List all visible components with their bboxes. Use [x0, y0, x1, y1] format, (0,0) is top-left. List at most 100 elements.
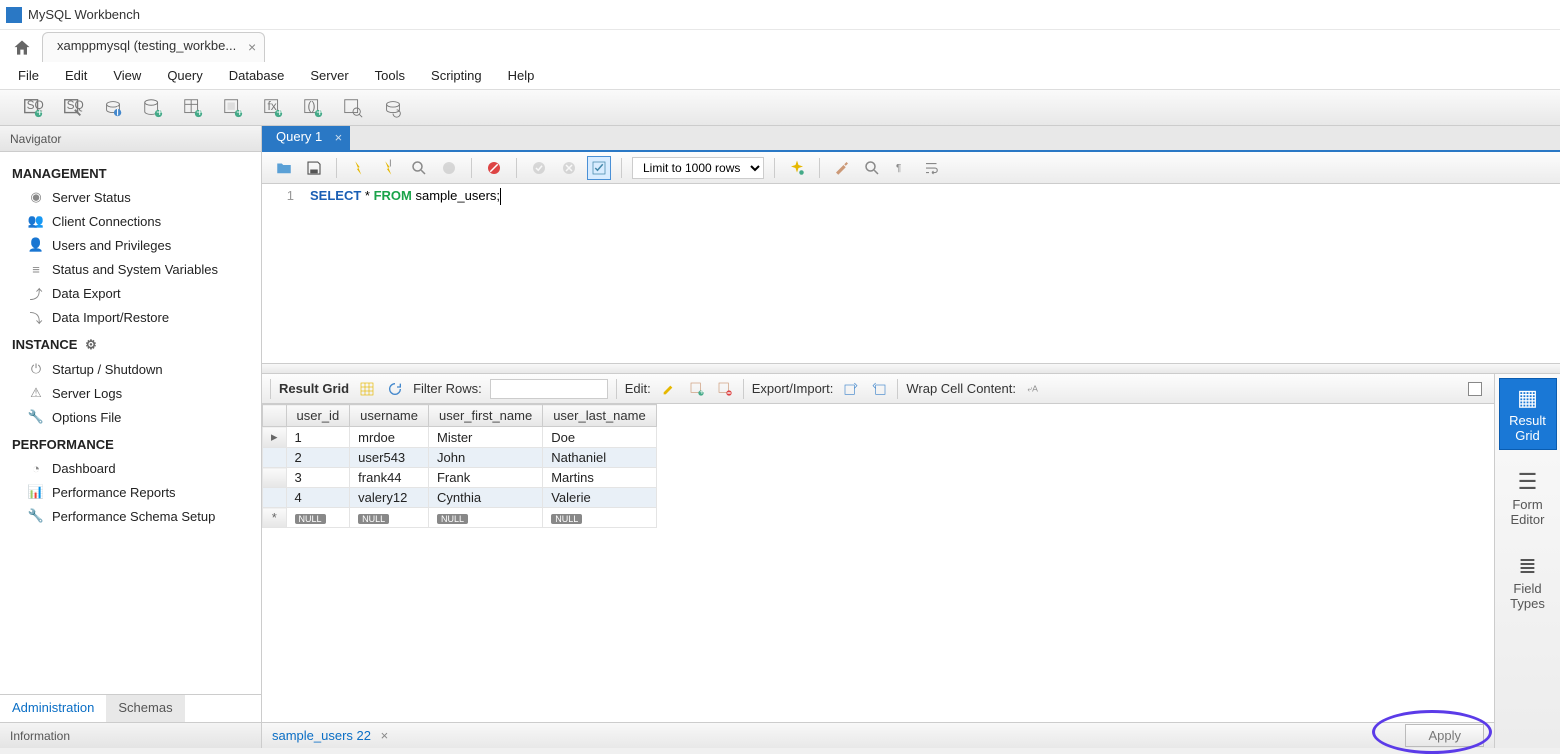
grid-view-icon[interactable]	[357, 379, 377, 399]
search-table-icon[interactable]	[338, 94, 368, 122]
result-side-panel: ▦Result Grid ☰Form Editor ≣Field Types	[1494, 374, 1560, 748]
inspector-icon[interactable]: i	[98, 94, 128, 122]
open-file-icon[interactable]	[272, 156, 296, 180]
nav-data-export[interactable]: ⤴Data Export	[0, 281, 261, 305]
edit-icon[interactable]	[659, 379, 679, 399]
side-field-types[interactable]: ≣Field Types	[1499, 546, 1557, 618]
import-result-icon[interactable]	[869, 379, 889, 399]
variables-icon: ≡	[28, 261, 44, 277]
new-procedure-icon[interactable]: fx+	[258, 94, 288, 122]
execute-icon[interactable]	[347, 156, 371, 180]
side-result-grid[interactable]: ▦Result Grid	[1499, 378, 1557, 450]
new-table-icon[interactable]: +	[178, 94, 208, 122]
limit-rows-select[interactable]: Limit to 1000 rows	[632, 157, 764, 179]
splitter[interactable]	[262, 364, 1560, 374]
nav-dashboard[interactable]: ◔Dashboard	[0, 456, 261, 480]
query-tab[interactable]: Query 1 ×	[262, 126, 350, 150]
nav-server-status[interactable]: ◉Server Status	[0, 185, 261, 209]
brush-icon[interactable]	[830, 156, 854, 180]
new-function-icon[interactable]: ()+	[298, 94, 328, 122]
col-username[interactable]: username	[350, 405, 429, 427]
wrap-cell-icon[interactable]: ⤶A	[1024, 379, 1044, 399]
explain-icon[interactable]	[407, 156, 431, 180]
beautify-icon[interactable]	[785, 156, 809, 180]
col-user-id[interactable]: user_id	[286, 405, 350, 427]
autocommit-icon[interactable]	[587, 156, 611, 180]
table-row-new[interactable]: *NULLNULLNULLNULL	[263, 508, 657, 528]
section-performance: PERFORMANCE	[0, 429, 261, 456]
filter-rows-input[interactable]	[490, 379, 608, 399]
open-sql-icon[interactable]: SQL	[58, 94, 88, 122]
menu-server[interactable]: Server	[298, 64, 360, 87]
col-first-name[interactable]: user_first_name	[428, 405, 542, 427]
no-limit-icon[interactable]	[482, 156, 506, 180]
logs-icon: ⚠	[28, 385, 44, 401]
toggle-panel-icon[interactable]	[1468, 382, 1482, 396]
nav-status-variables[interactable]: ≡ Status and System Variables	[0, 257, 261, 281]
schema-setup-icon: 🔧	[28, 508, 44, 524]
home-icon[interactable]	[8, 34, 36, 62]
new-sql-tab-icon[interactable]: SQL+	[18, 94, 48, 122]
nav-users-privileges[interactable]: 👤Users and Privileges	[0, 233, 261, 257]
refresh-icon[interactable]	[385, 379, 405, 399]
add-row-icon[interactable]: +	[687, 379, 707, 399]
nav-startup-shutdown[interactable]: ⏻Startup / Shutdown	[0, 357, 261, 381]
menu-edit[interactable]: Edit	[53, 64, 99, 87]
nav-options-file[interactable]: 🔧Options File	[0, 405, 261, 429]
execute-current-icon[interactable]: I	[377, 156, 401, 180]
nav-item-label: Users and Privileges	[52, 238, 171, 253]
information-header: Information	[0, 722, 261, 748]
result-grid-wrapper[interactable]: user_id username user_first_name user_la…	[262, 404, 1494, 722]
table-row[interactable]: 2user543JohnNathaniel	[263, 448, 657, 468]
menu-query[interactable]: Query	[155, 64, 214, 87]
invisible-chars-icon[interactable]: ¶	[890, 156, 914, 180]
rollback-icon[interactable]	[557, 156, 581, 180]
menu-scripting[interactable]: Scripting	[419, 64, 494, 87]
export-result-icon[interactable]	[841, 379, 861, 399]
sql-editor[interactable]: 1 SELECT * FROM sample_users;	[262, 184, 1560, 364]
nav-server-logs[interactable]: ⚠Server Logs	[0, 381, 261, 405]
col-last-name[interactable]: user_last_name	[543, 405, 657, 427]
stop-icon[interactable]	[437, 156, 461, 180]
close-icon[interactable]: ×	[381, 728, 389, 743]
nav-item-label: Status and System Variables	[52, 262, 218, 277]
section-label: INSTANCE	[12, 337, 77, 352]
close-icon[interactable]: ×	[248, 39, 256, 55]
new-schema-icon[interactable]: +	[138, 94, 168, 122]
connection-tab[interactable]: xamppmysql (testing_workbe... ×	[42, 32, 265, 62]
result-grid-label: Result Grid	[279, 381, 349, 396]
nav-client-connections[interactable]: 👥Client Connections	[0, 209, 261, 233]
find-icon[interactable]	[860, 156, 884, 180]
nav-performance-schema[interactable]: 🔧Performance Schema Setup	[0, 504, 261, 528]
query-tab-label: Query 1	[276, 129, 322, 144]
menu-view[interactable]: View	[101, 64, 153, 87]
reconnect-icon[interactable]	[378, 94, 408, 122]
new-view-icon[interactable]: +	[218, 94, 248, 122]
navigator-header: Navigator	[0, 126, 261, 152]
side-form-editor[interactable]: ☰Form Editor	[1499, 462, 1557, 534]
nav-data-import[interactable]: ⤵Data Import/Restore	[0, 305, 261, 329]
nav-item-label: Data Import/Restore	[52, 310, 169, 325]
menu-file[interactable]: File	[6, 64, 51, 87]
close-icon[interactable]: ×	[335, 130, 343, 145]
table-row[interactable]: ▸1mrdoeMisterDoe	[263, 427, 657, 448]
delete-row-icon[interactable]	[715, 379, 735, 399]
tab-schemas[interactable]: Schemas	[106, 695, 184, 722]
nav-performance-reports[interactable]: 📊Performance Reports	[0, 480, 261, 504]
menu-tools[interactable]: Tools	[363, 64, 417, 87]
section-management: MANAGEMENT	[0, 158, 261, 185]
wrap-icon[interactable]	[920, 156, 944, 180]
menu-database[interactable]: Database	[217, 64, 297, 87]
commit-icon[interactable]	[527, 156, 551, 180]
navigator-panel: Navigator MANAGEMENT ◉Server Status 👥Cli…	[0, 126, 262, 748]
tab-administration[interactable]: Administration	[0, 695, 106, 722]
table-row[interactable]: 3frank44FrankMartins	[263, 468, 657, 488]
window-titlebar: MySQL Workbench	[0, 0, 1560, 30]
table-row[interactable]: 4valery12CynthiaValerie	[263, 488, 657, 508]
menu-help[interactable]: Help	[496, 64, 547, 87]
save-icon[interactable]	[302, 156, 326, 180]
apply-button[interactable]: Apply	[1405, 724, 1484, 747]
main-toolbar: SQL+ SQL i + + + fx+ ()+	[0, 90, 1560, 126]
svg-text:(): ()	[308, 98, 316, 112]
result-tab-label[interactable]: sample_users 22	[272, 728, 371, 743]
